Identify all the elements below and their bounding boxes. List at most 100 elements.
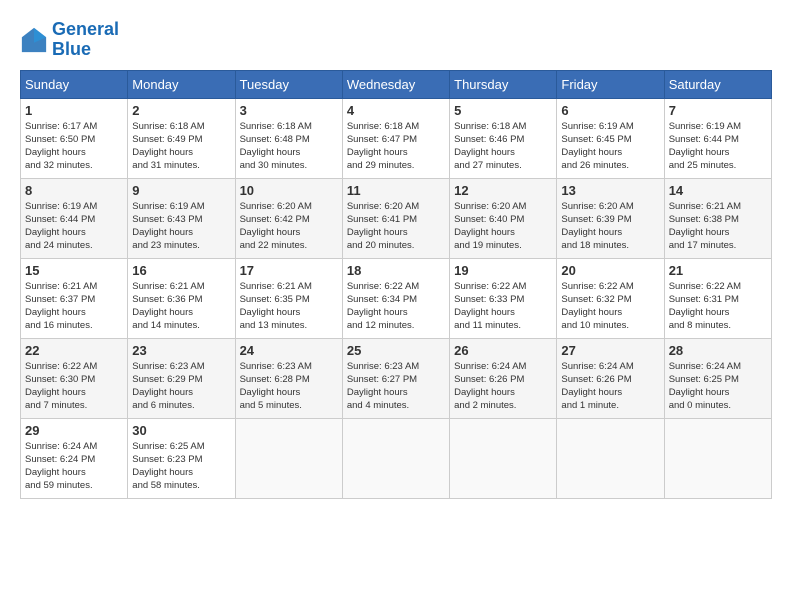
day-info: Sunrise: 6:22 AMSunset: 6:31 PMDaylight … (669, 280, 767, 333)
logo: General Blue (20, 20, 119, 60)
day-info: Sunrise: 6:19 AMSunset: 6:44 PMDaylight … (25, 200, 123, 253)
calendar-cell: 4 Sunrise: 6:18 AMSunset: 6:47 PMDaylight… (342, 98, 449, 178)
day-info: Sunrise: 6:18 AMSunset: 6:46 PMDaylight … (454, 120, 552, 173)
day-number: 21 (669, 263, 767, 278)
calendar-cell: 24 Sunrise: 6:23 AMSunset: 6:28 PMDayligh… (235, 338, 342, 418)
calendar-cell: 6 Sunrise: 6:19 AMSunset: 6:45 PMDaylight… (557, 98, 664, 178)
day-number: 4 (347, 103, 445, 118)
day-info: Sunrise: 6:20 AMSunset: 6:39 PMDaylight … (561, 200, 659, 253)
calendar-cell: 27 Sunrise: 6:24 AMSunset: 6:26 PMDayligh… (557, 338, 664, 418)
calendar-cell: 18 Sunrise: 6:22 AMSunset: 6:34 PMDayligh… (342, 258, 449, 338)
day-info: Sunrise: 6:22 AMSunset: 6:30 PMDaylight … (25, 360, 123, 413)
day-info: Sunrise: 6:22 AMSunset: 6:34 PMDaylight … (347, 280, 445, 333)
calendar-cell: 11 Sunrise: 6:20 AMSunset: 6:41 PMDayligh… (342, 178, 449, 258)
day-number: 12 (454, 183, 552, 198)
day-number: 11 (347, 183, 445, 198)
calendar-cell: 5 Sunrise: 6:18 AMSunset: 6:46 PMDaylight… (450, 98, 557, 178)
day-number: 23 (132, 343, 230, 358)
header: General Blue (20, 20, 772, 60)
day-number: 17 (240, 263, 338, 278)
day-info: Sunrise: 6:23 AMSunset: 6:28 PMDaylight … (240, 360, 338, 413)
calendar-cell: 20 Sunrise: 6:22 AMSunset: 6:32 PMDayligh… (557, 258, 664, 338)
calendar-week-row: 8 Sunrise: 6:19 AMSunset: 6:44 PMDaylight… (21, 178, 772, 258)
day-info: Sunrise: 6:21 AMSunset: 6:37 PMDaylight … (25, 280, 123, 333)
day-of-week-header: Thursday (450, 70, 557, 98)
calendar-cell (342, 418, 449, 498)
day-info: Sunrise: 6:23 AMSunset: 6:27 PMDaylight … (347, 360, 445, 413)
day-number: 1 (25, 103, 123, 118)
calendar-cell: 10 Sunrise: 6:20 AMSunset: 6:42 PMDayligh… (235, 178, 342, 258)
day-number: 27 (561, 343, 659, 358)
day-number: 3 (240, 103, 338, 118)
calendar-week-row: 1 Sunrise: 6:17 AMSunset: 6:50 PMDaylight… (21, 98, 772, 178)
calendar-cell: 16Sunrise: 6:21 AMSunset: 6:36 PMDayligh… (128, 258, 235, 338)
calendar-table: SundayMondayTuesdayWednesdayThursdayFrid… (20, 70, 772, 499)
calendar-cell: 14 Sunrise: 6:21 AMSunset: 6:38 PMDayligh… (664, 178, 771, 258)
day-number: 7 (669, 103, 767, 118)
day-number: 19 (454, 263, 552, 278)
day-info: Sunrise: 6:17 AMSunset: 6:50 PMDaylight … (25, 120, 123, 173)
day-of-week-header: Saturday (664, 70, 771, 98)
calendar-week-row: 22Sunrise: 6:22 AMSunset: 6:30 PMDayligh… (21, 338, 772, 418)
calendar-cell: 15 Sunrise: 6:21 AMSunset: 6:37 PMDayligh… (21, 258, 128, 338)
calendar-cell: 7 Sunrise: 6:19 AMSunset: 6:44 PMDaylight… (664, 98, 771, 178)
day-number: 15 (25, 263, 123, 278)
day-info: Sunrise: 6:24 AMSunset: 6:26 PMDaylight … (454, 360, 552, 413)
day-number: 29 (25, 423, 123, 438)
day-number: 24 (240, 343, 338, 358)
calendar-cell: 17 Sunrise: 6:21 AMSunset: 6:35 PMDayligh… (235, 258, 342, 338)
calendar-cell: 21 Sunrise: 6:22 AMSunset: 6:31 PMDayligh… (664, 258, 771, 338)
day-info: Sunrise: 6:22 AMSunset: 6:32 PMDaylight … (561, 280, 659, 333)
day-number: 6 (561, 103, 659, 118)
calendar-cell: 28Sunrise: 6:24 AMSunset: 6:25 PMDayligh… (664, 338, 771, 418)
calendar-cell: 23 Sunrise: 6:23 AMSunset: 6:29 PMDayligh… (128, 338, 235, 418)
calendar-cell: 1 Sunrise: 6:17 AMSunset: 6:50 PMDaylight… (21, 98, 128, 178)
day-of-week-header: Wednesday (342, 70, 449, 98)
day-info: Sunrise: 6:25 AMSunset: 6:23 PMDaylight … (132, 440, 230, 493)
calendar-cell: 29 Sunrise: 6:24 AMSunset: 6:24 PMDayligh… (21, 418, 128, 498)
day-of-week-header: Sunday (21, 70, 128, 98)
day-info: Sunrise: 6:21 AMSunset: 6:36 PMDaylight … (132, 280, 230, 333)
calendar-week-row: 15 Sunrise: 6:21 AMSunset: 6:37 PMDayligh… (21, 258, 772, 338)
day-info: Sunrise: 6:24 AMSunset: 6:24 PMDaylight … (25, 440, 123, 493)
day-info: Sunrise: 6:19 AMSunset: 6:43 PMDaylight … (132, 200, 230, 253)
day-info: Sunrise: 6:19 AMSunset: 6:44 PMDaylight … (669, 120, 767, 173)
day-info: Sunrise: 6:18 AMSunset: 6:47 PMDaylight … (347, 120, 445, 173)
logo-text: General Blue (52, 20, 119, 60)
day-number: 18 (347, 263, 445, 278)
day-info: Sunrise: 6:24 AMSunset: 6:26 PMDaylight … (561, 360, 659, 413)
calendar-cell (450, 418, 557, 498)
calendar-cell: 30 Sunrise: 6:25 AMSunset: 6:23 PMDayligh… (128, 418, 235, 498)
day-info: Sunrise: 6:19 AMSunset: 6:45 PMDaylight … (561, 120, 659, 173)
calendar-cell (557, 418, 664, 498)
day-info: Sunrise: 6:18 AMSunset: 6:49 PMDaylight … (132, 120, 230, 173)
calendar-cell: 25 Sunrise: 6:23 AMSunset: 6:27 PMDayligh… (342, 338, 449, 418)
calendar-cell: 19 Sunrise: 6:22 AMSunset: 6:33 PMDayligh… (450, 258, 557, 338)
day-info: Sunrise: 6:20 AMSunset: 6:41 PMDaylight … (347, 200, 445, 253)
day-number: 26 (454, 343, 552, 358)
calendar-cell: 3 Sunrise: 6:18 AMSunset: 6:48 PMDaylight… (235, 98, 342, 178)
day-info: Sunrise: 6:18 AMSunset: 6:48 PMDaylight … (240, 120, 338, 173)
day-number: 14 (669, 183, 767, 198)
day-number: 8 (25, 183, 123, 198)
day-info: Sunrise: 6:21 AMSunset: 6:35 PMDaylight … (240, 280, 338, 333)
day-info: Sunrise: 6:23 AMSunset: 6:29 PMDaylight … (132, 360, 230, 413)
day-info: Sunrise: 6:21 AMSunset: 6:38 PMDaylight … (669, 200, 767, 253)
calendar-cell: 8 Sunrise: 6:19 AMSunset: 6:44 PMDaylight… (21, 178, 128, 258)
day-of-week-header: Monday (128, 70, 235, 98)
day-info: Sunrise: 6:22 AMSunset: 6:33 PMDaylight … (454, 280, 552, 333)
day-number: 10 (240, 183, 338, 198)
day-number: 28 (669, 343, 767, 358)
day-number: 30 (132, 423, 230, 438)
calendar-cell (235, 418, 342, 498)
calendar-cell: 12 Sunrise: 6:20 AMSunset: 6:40 PMDayligh… (450, 178, 557, 258)
day-number: 5 (454, 103, 552, 118)
day-number: 25 (347, 343, 445, 358)
day-info: Sunrise: 6:20 AMSunset: 6:42 PMDaylight … (240, 200, 338, 253)
day-of-week-header: Friday (557, 70, 664, 98)
day-of-week-header: Tuesday (235, 70, 342, 98)
day-info: Sunrise: 6:20 AMSunset: 6:40 PMDaylight … (454, 200, 552, 253)
day-number: 20 (561, 263, 659, 278)
calendar-cell: 2Sunrise: 6:18 AMSunset: 6:49 PMDaylight… (128, 98, 235, 178)
day-number: 13 (561, 183, 659, 198)
